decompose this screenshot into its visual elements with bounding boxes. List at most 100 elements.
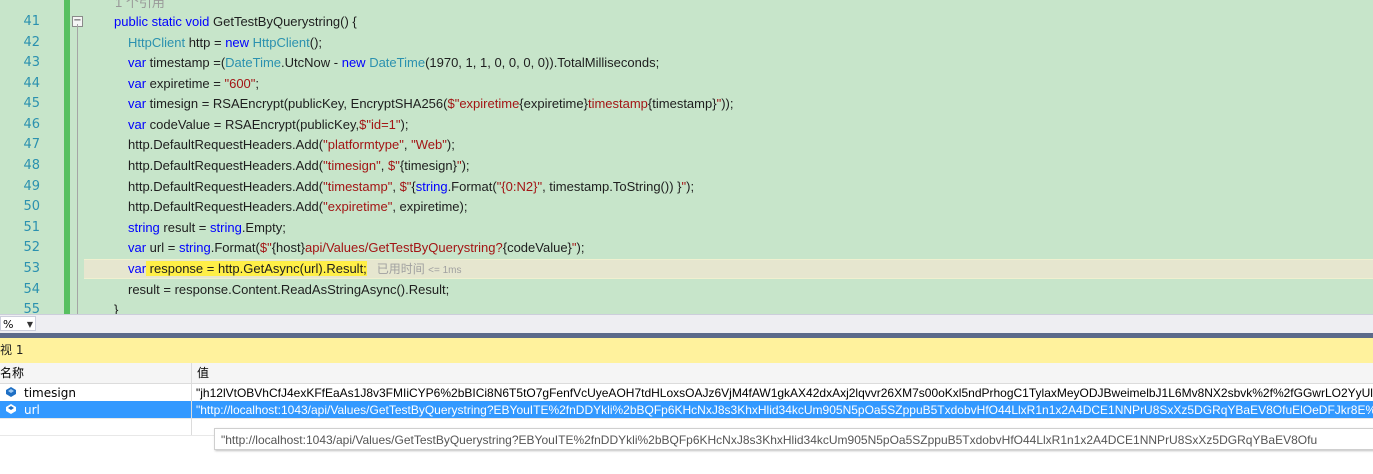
- code-token: http.DefaultRequestHeaders.Add(: [128, 179, 324, 194]
- code-token: "600": [224, 76, 256, 91]
- code-token: DateTime: [369, 55, 426, 70]
- column-header-value[interactable]: 值: [197, 363, 209, 383]
- zoom-dropdown[interactable]: % ▼: [0, 316, 36, 331]
- line-number: 45: [23, 96, 40, 111]
- code-token: );: [446, 137, 455, 152]
- line-number: 51: [23, 220, 40, 235]
- perf-tip[interactable]: 已用时间 <= 1ms: [377, 262, 462, 276]
- code-token: $"id=1": [359, 117, 401, 132]
- code-token: , timestamp.ToString()) }: [542, 179, 682, 194]
- code-token: var: [128, 96, 147, 111]
- code-line-47[interactable]: http.DefaultRequestHeaders.Add("platform…: [128, 135, 455, 155]
- code-line-55[interactable]: }: [114, 300, 118, 314]
- watch-row-name: url: [24, 403, 40, 417]
- code-line-51[interactable]: string result = string.Empty;: [128, 218, 286, 238]
- code-token: $": [388, 158, 400, 173]
- line-number: 46: [23, 117, 40, 132]
- line-number: 44: [23, 76, 40, 91]
- column-divider: [191, 383, 192, 435]
- code-editor[interactable]: 41 42 43 44 45 46 47 48 49 50 51 52 53 5…: [0, 0, 1373, 314]
- code-line-43[interactable]: var timestamp =(DateTime.UtcNow - new Da…: [128, 53, 659, 73]
- code-token: (1970, 1, 1, 0, 0, 0, 0)).TotalMilliseco…: [425, 55, 660, 70]
- column-header-name-label: 名称: [0, 366, 25, 380]
- code-token: );: [576, 240, 585, 255]
- code-line-52[interactable]: var url = string.Format($"{host}api/Valu…: [128, 238, 584, 258]
- line-number: 53: [23, 261, 40, 276]
- code-token: $": [259, 240, 272, 255]
- code-token: http =: [185, 35, 226, 50]
- code-token: url =: [146, 240, 179, 255]
- chevron-down-icon: ▼: [26, 320, 33, 329]
- code-token: expiretime =: [146, 76, 225, 91]
- code-token: new: [225, 35, 253, 50]
- line-number: 43: [23, 55, 40, 70]
- code-line-54[interactable]: result = response.Content.ReadAsStringAs…: [128, 280, 449, 300]
- code-token: http.DefaultRequestHeaders.Add(: [128, 199, 324, 214]
- code-token: result = response.Content.ReadAsStringAs…: [128, 282, 450, 297]
- code-token: DateTime: [225, 55, 282, 70]
- line-number: 48: [23, 158, 40, 173]
- watch-row-value[interactable]: "http://localhost:1043/api/Values/GetTes…: [196, 401, 1373, 418]
- change-tracking-bar: [64, 0, 70, 314]
- code-token: ));: [721, 96, 734, 111]
- perf-tip-value: <= 1ms: [428, 265, 462, 276]
- code-line-44[interactable]: var expiretime = "600";: [128, 74, 259, 94]
- watch-row-value[interactable]: "jh12lVtOBVhCfJ4exKFfEaAs1J8v3FMIiCYP6%2…: [196, 384, 1373, 401]
- code-token: timesign = RSAEncrypt(publicKey, Encrypt…: [146, 96, 448, 111]
- code-token: timestamp =(: [146, 55, 226, 70]
- code-token: "{0:N2}": [496, 179, 543, 194]
- outline-guide: [77, 24, 78, 314]
- code-token: .Empty;: [241, 220, 286, 235]
- field-icon: [6, 404, 16, 414]
- code-token: {host}: [271, 240, 305, 255]
- code-token: $"expiretime: [447, 96, 520, 111]
- watch-row-selected[interactable]: url "http://localhost:1043/api/Values/Ge…: [0, 401, 1373, 419]
- code-token: ,: [380, 158, 388, 173]
- line-number: 47: [23, 137, 40, 152]
- code-token: api/Values/GetTestByQuerystring?: [304, 240, 503, 255]
- code-token: var: [128, 76, 147, 91]
- code-token: GetTestByQuerystring() {: [213, 14, 357, 29]
- code-token: .Format(: [447, 179, 497, 194]
- code-line-48[interactable]: http.DefaultRequestHeaders.Add("timesign…: [128, 156, 470, 176]
- column-header-value-label: 值: [197, 366, 210, 380]
- code-token: "timesign": [323, 158, 381, 173]
- watch-row[interactable]: timesign "jh12lVtOBVhCfJ4exKFfEaAs1J8v3F…: [0, 384, 1373, 402]
- code-token: , expiretime);: [392, 199, 468, 214]
- code-line-46[interactable]: var codeValue = RSAEncrypt(publicKey,$"i…: [128, 115, 408, 135]
- line-number: 42: [23, 35, 40, 50]
- code-line-45[interactable]: var timesign = RSAEncrypt(publicKey, Enc…: [128, 94, 733, 114]
- watch-window-title[interactable]: 视 1: [0, 338, 1373, 363]
- code-token: {codeValue}: [502, 240, 572, 255]
- column-header-name[interactable]: 名称: [0, 363, 192, 383]
- code-token: {timestamp}: [647, 96, 717, 111]
- code-token: string: [128, 220, 160, 235]
- field-icon: [6, 387, 16, 397]
- line-number: 50: [23, 199, 40, 214]
- code-line-42[interactable]: HttpClient http = new HttpClient();: [128, 33, 322, 53]
- watch-header-row: 名称 值: [0, 363, 1373, 384]
- code-token: );: [686, 179, 695, 194]
- code-token: HttpClient: [128, 35, 186, 50]
- current-statement-highlight: response = http.GetAsync(url).Result;: [146, 261, 367, 276]
- code-line-53[interactable]: var response = http.GetAsync(url).Result…: [128, 259, 462, 279]
- code-token: var: [128, 55, 147, 70]
- line-number: 55: [23, 302, 40, 314]
- code-token: "expiretime": [323, 199, 393, 214]
- line-number: 52: [23, 240, 40, 255]
- code-line-41[interactable]: public static void GetTestByQuerystring(…: [114, 12, 357, 32]
- code-token: timestamp: [587, 96, 648, 111]
- code-token: string: [178, 240, 211, 255]
- code-token: .Format(: [210, 240, 260, 255]
- zoom-value: %: [3, 318, 14, 331]
- line-number: 41: [23, 14, 40, 29]
- code-token: var: [128, 117, 147, 132]
- code-token: var: [128, 261, 147, 276]
- code-token: "timestamp": [323, 179, 393, 194]
- code-token: ,: [392, 179, 400, 194]
- code-token: "Web": [411, 137, 447, 152]
- line-number-gutter: 41 42 43 44 45 46 47 48 49 50 51 52 53 5…: [0, 0, 40, 314]
- code-line-49[interactable]: http.DefaultRequestHeaders.Add("timestam…: [128, 177, 694, 197]
- code-token: var: [128, 240, 147, 255]
- code-line-50[interactable]: http.DefaultRequestHeaders.Add("expireti…: [128, 197, 467, 217]
